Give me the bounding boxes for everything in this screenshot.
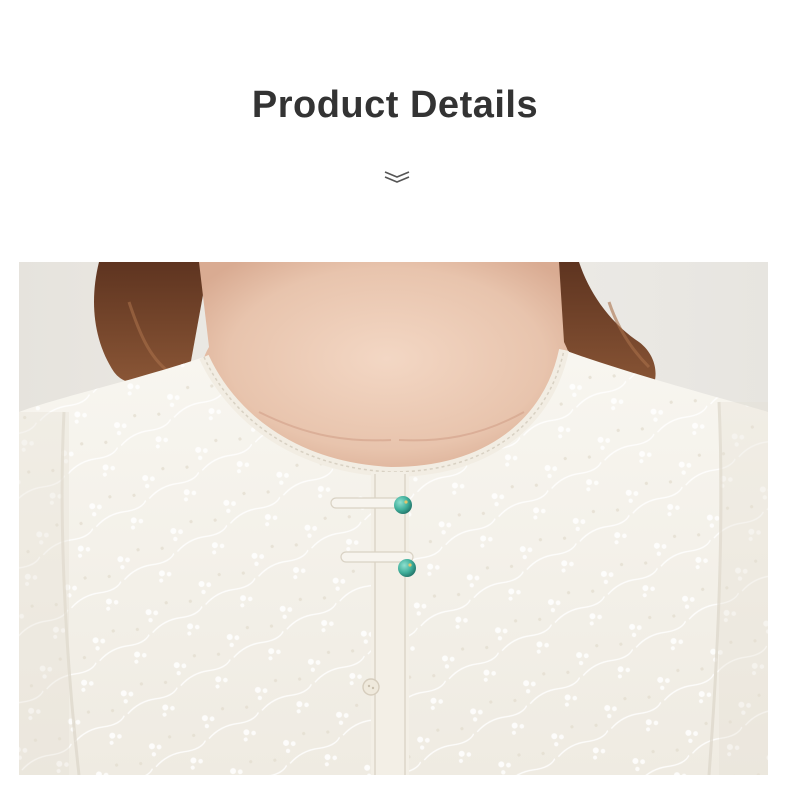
product-details-section: Product Details bbox=[0, 0, 790, 811]
jade-button-middle bbox=[398, 559, 416, 577]
blouse-neckline-image bbox=[19, 262, 768, 775]
page-title: Product Details bbox=[251, 84, 539, 126]
jade-button-top bbox=[394, 496, 412, 514]
double-chevron-down-icon bbox=[384, 171, 410, 183]
product-photo bbox=[19, 262, 768, 775]
